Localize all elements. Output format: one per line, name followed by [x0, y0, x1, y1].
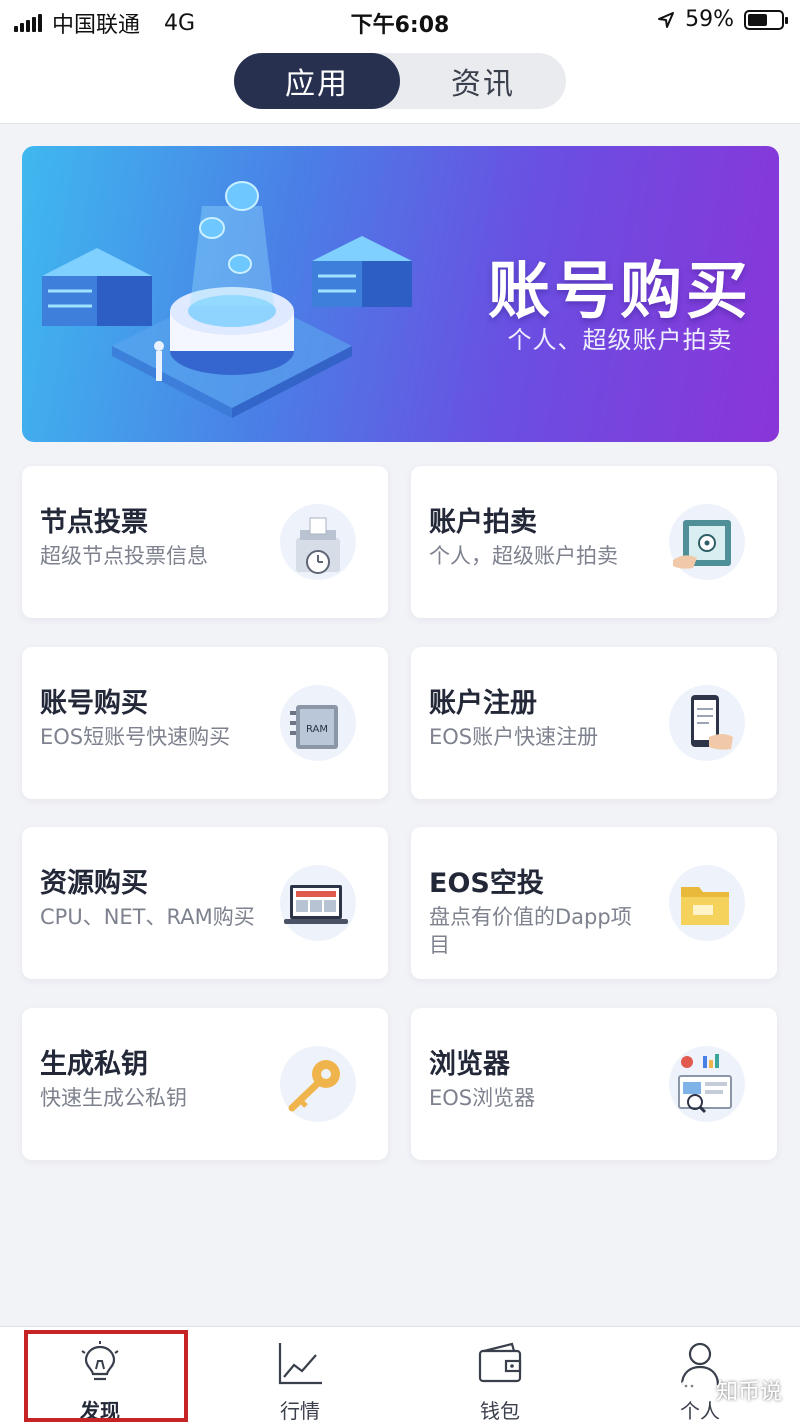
location-arrow-icon	[658, 11, 675, 28]
battery-fill	[748, 13, 767, 26]
tab-label: 行情	[280, 1399, 320, 1422]
status-bar: 中国联通 4G 下午6:08 59%	[0, 0, 800, 40]
card-title: 资源购买	[40, 868, 148, 899]
promo-banner[interactable]: 账号购买 个人、超级账户拍卖	[22, 146, 779, 442]
status-bar-right: 59%	[657, 7, 788, 32]
card-account-register[interactable]: 账户注册 EOS账户快速注册	[411, 647, 777, 799]
card-title: 生成私钥	[40, 1049, 148, 1080]
segmented-control: 应用 资讯	[234, 53, 566, 109]
header: 应用 资讯	[0, 40, 800, 124]
safe-box-icon	[669, 504, 745, 580]
folder-icon	[669, 865, 745, 941]
browser-dashboard-icon	[669, 1046, 745, 1122]
banner-title: 账号购买	[487, 254, 752, 327]
card-browser[interactable]: 浏览器 EOS浏览器	[411, 1008, 777, 1160]
card-subtitle: 超级节点投票信息	[40, 544, 208, 568]
tab-news[interactable]: 资讯	[400, 53, 566, 109]
card-node-vote[interactable]: 节点投票 超级节点投票信息	[22, 466, 388, 618]
card-title: 浏览器	[429, 1049, 510, 1080]
tab-apps[interactable]: 应用	[234, 53, 400, 109]
ballot-box-icon	[280, 504, 356, 580]
chart-icon	[278, 1343, 322, 1385]
card-subtitle: EOS短账号快速购买	[40, 725, 231, 749]
card-resource-purchase[interactable]: 资源购买 CPU、NET、RAM购买	[22, 827, 388, 979]
card-title: EOS空投	[429, 868, 544, 899]
battery-icon	[744, 9, 788, 30]
card-generate-key[interactable]: 生成私钥 快速生成公私钥	[22, 1008, 388, 1160]
laptop-icon	[280, 865, 356, 941]
card-subtitle: EOS浏览器	[429, 1086, 536, 1110]
battery-percent: 59%	[685, 7, 734, 32]
card-subtitle: CPU、NET、RAM购买	[40, 905, 255, 929]
banner-subtitle: 个人、超级账户拍卖	[507, 326, 733, 354]
discover-tab-highlight	[24, 1330, 188, 1422]
card-eos-airdrop[interactable]: EOS空投 盘点有价值的Dapp项目	[411, 827, 777, 979]
wallet-icon	[478, 1342, 522, 1383]
watermark-text: 知币说	[715, 1380, 782, 1405]
card-subtitle: 盘点有价值的Dapp项目	[429, 905, 632, 957]
card-subtitle: EOS账户快速注册	[429, 725, 599, 749]
card-account-auction[interactable]: 账户拍卖 个人，超级账户拍卖	[411, 466, 777, 618]
card-account-purchase[interactable]: 账号购买 EOS短账号快速购买 RAM	[22, 647, 388, 799]
phone-register-icon	[669, 685, 745, 761]
ram-chip-label: RAM	[306, 724, 328, 735]
card-title: 账号购买	[40, 688, 148, 719]
tab-market[interactable]: 行情	[220, 1327, 380, 1422]
wechat-icon	[678, 1380, 706, 1399]
key-icon	[280, 1046, 356, 1122]
card-subtitle: 个人，超级账户拍卖	[429, 544, 618, 568]
tab-label: 钱包	[480, 1399, 520, 1422]
ram-chip-icon: RAM	[280, 685, 356, 761]
card-subtitle: 快速生成公私钥	[40, 1086, 187, 1110]
card-title: 节点投票	[40, 507, 148, 538]
card-title: 账户拍卖	[429, 507, 537, 538]
card-title: 账户注册	[429, 688, 537, 719]
banner-illustration	[42, 181, 412, 418]
watermark: 知币说	[678, 1374, 782, 1406]
tab-wallet[interactable]: 钱包	[420, 1327, 580, 1422]
